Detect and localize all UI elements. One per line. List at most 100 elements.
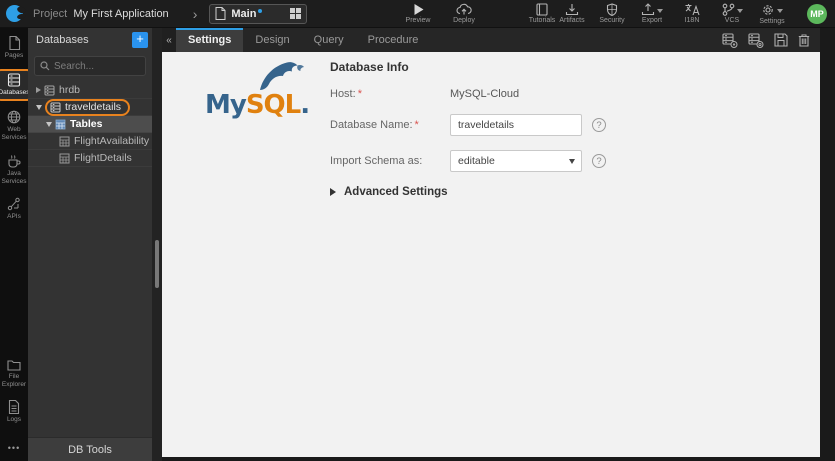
required-asterisk: *	[357, 88, 362, 100]
gear-icon	[763, 4, 773, 15]
db-tools-button[interactable]: DB Tools	[28, 437, 152, 461]
mysql-dolphin-icon	[260, 62, 304, 90]
translate-icon	[685, 4, 700, 16]
tree-label-traveldetails: traveldetails	[65, 101, 122, 113]
tab-bar: « Settings Design Query Procedure	[162, 28, 820, 52]
search-box[interactable]	[34, 56, 146, 76]
collapse-panel-button[interactable]: «	[162, 28, 176, 52]
rail-item-java-services[interactable]: Java Services	[0, 152, 28, 188]
mysql-wordmark: MySQL.	[205, 90, 310, 120]
help-icon[interactable]: ?	[592, 154, 606, 168]
expand-caret-icon	[330, 188, 336, 196]
api-icon	[7, 197, 20, 210]
advanced-settings-toggle[interactable]: Advanced Settings	[330, 186, 770, 198]
tree-node-hrdb[interactable]: hrdb	[28, 82, 152, 99]
mysql-logo: MySQL.	[205, 60, 325, 130]
export-button[interactable]: Export	[637, 3, 667, 24]
vcs-button[interactable]: VCS	[717, 3, 747, 24]
book-icon	[536, 3, 548, 16]
save-icon[interactable]	[774, 33, 788, 47]
settings-label: Settings	[759, 17, 785, 25]
artifacts-button[interactable]: Artifacts	[557, 3, 587, 24]
import-schema-select[interactable]: editable	[450, 150, 582, 172]
search-icon	[40, 61, 50, 71]
modified-dot-icon	[258, 8, 263, 13]
right-edge-strip	[820, 28, 835, 461]
rail-item-web-services[interactable]: Web Services	[0, 108, 28, 144]
pages-grid-icon[interactable]	[290, 8, 301, 19]
left-rail: Pages Databases Web Services Java Servic…	[0, 28, 33, 461]
collapse-caret-icon[interactable]	[36, 104, 42, 110]
branch-icon	[722, 3, 734, 16]
help-icon[interactable]: ?	[592, 118, 606, 132]
database-shell-icon[interactable]	[748, 32, 764, 48]
download-tray-icon	[565, 4, 579, 16]
deploy-button[interactable]: Deploy	[449, 3, 479, 24]
preview-label: Preview	[405, 17, 431, 24]
project-breadcrumb: Project My First Application	[33, 8, 169, 20]
form-heading: Database Info	[330, 60, 409, 74]
rail-item-pages[interactable]: Pages	[4, 34, 24, 62]
database-name-label: Database Name: *	[330, 119, 419, 131]
tutorials-label: Tutorials	[528, 17, 556, 24]
host-label: Host: *	[330, 88, 362, 100]
collapse-caret-icon[interactable]	[46, 121, 52, 127]
rail-label-java-services: Java Services	[1, 169, 27, 185]
project-name: My First Application	[73, 7, 169, 20]
rail-item-file-explorer[interactable]: File Explorer	[0, 357, 28, 391]
security-button[interactable]: Security	[597, 3, 627, 24]
logs-icon	[8, 399, 20, 414]
pages-icon	[8, 36, 20, 50]
tab-query[interactable]: Query	[302, 28, 356, 52]
top-bar: Project My First Application › Main Prev…	[0, 0, 835, 28]
mysql-word-my: My	[205, 90, 247, 120]
settings-button[interactable]: Settings	[757, 3, 787, 25]
delete-icon[interactable]	[798, 33, 810, 47]
tree-node-flightavailability[interactable]: FlightAvailability	[28, 133, 152, 150]
globe-icon	[7, 110, 21, 124]
search-input[interactable]	[54, 60, 140, 72]
wavemaker-logo-icon[interactable]	[6, 5, 27, 22]
preview-button[interactable]: Preview	[403, 3, 433, 24]
tab-procedure[interactable]: Procedure	[356, 28, 431, 52]
user-avatar[interactable]: MP	[807, 3, 827, 24]
database-update-icon[interactable]	[722, 32, 738, 48]
rail-item-logs[interactable]: Logs	[6, 398, 22, 426]
settings-caret-icon	[777, 8, 783, 13]
host-row: Host: * MySQL-Cloud	[330, 88, 770, 100]
page-selector[interactable]: Main	[209, 3, 307, 24]
export-label: Export	[641, 17, 663, 24]
databases-icon	[7, 73, 21, 87]
tree-label-flightavailability: FlightAvailability	[74, 135, 150, 147]
tab-settings[interactable]: Settings	[176, 28, 244, 52]
more-icon[interactable]: •••	[8, 443, 20, 453]
scrollbar-thumb[interactable]	[155, 240, 159, 288]
database-tree: hrdb traveldetails Tables FlightAvailabi…	[28, 82, 152, 437]
tree-node-flightdetails[interactable]: FlightDetails	[28, 150, 152, 167]
folder-icon	[7, 360, 21, 371]
panel-scrollbar[interactable]	[152, 28, 162, 461]
cloud-upload-icon	[456, 3, 472, 15]
wavemaker-studio: Project My First Application › Main Prev…	[0, 0, 835, 461]
database-icon	[50, 102, 61, 112]
i18n-button[interactable]: I18N	[677, 3, 707, 24]
settings-content: MySQL. Database Info Host: * MySQL-Cloud …	[162, 52, 820, 457]
databases-panel: Databases + Search... hrdb traveldetails…	[28, 28, 152, 461]
tab-design[interactable]: Design	[243, 28, 301, 52]
coffee-icon	[8, 154, 21, 168]
tutorials-button[interactable]: Tutorials	[527, 3, 557, 24]
rail-item-apis[interactable]: APIs	[6, 195, 22, 223]
rail-label-logs: Logs	[6, 415, 22, 423]
security-label: Security	[599, 17, 625, 24]
add-database-button[interactable]: +	[132, 32, 148, 48]
play-icon	[414, 4, 423, 15]
tree-node-tables[interactable]: Tables	[28, 116, 152, 133]
expand-caret-icon[interactable]	[36, 87, 41, 93]
import-schema-row: Import Schema as: editable ?	[330, 150, 770, 172]
i18n-label: I18N	[684, 17, 700, 24]
rail-label-web-services: Web Services	[1, 126, 27, 142]
database-name-input[interactable]	[450, 114, 582, 136]
page-icon	[215, 7, 226, 20]
import-schema-label: Import Schema as:	[330, 155, 423, 167]
tree-node-traveldetails[interactable]: traveldetails	[28, 98, 152, 116]
